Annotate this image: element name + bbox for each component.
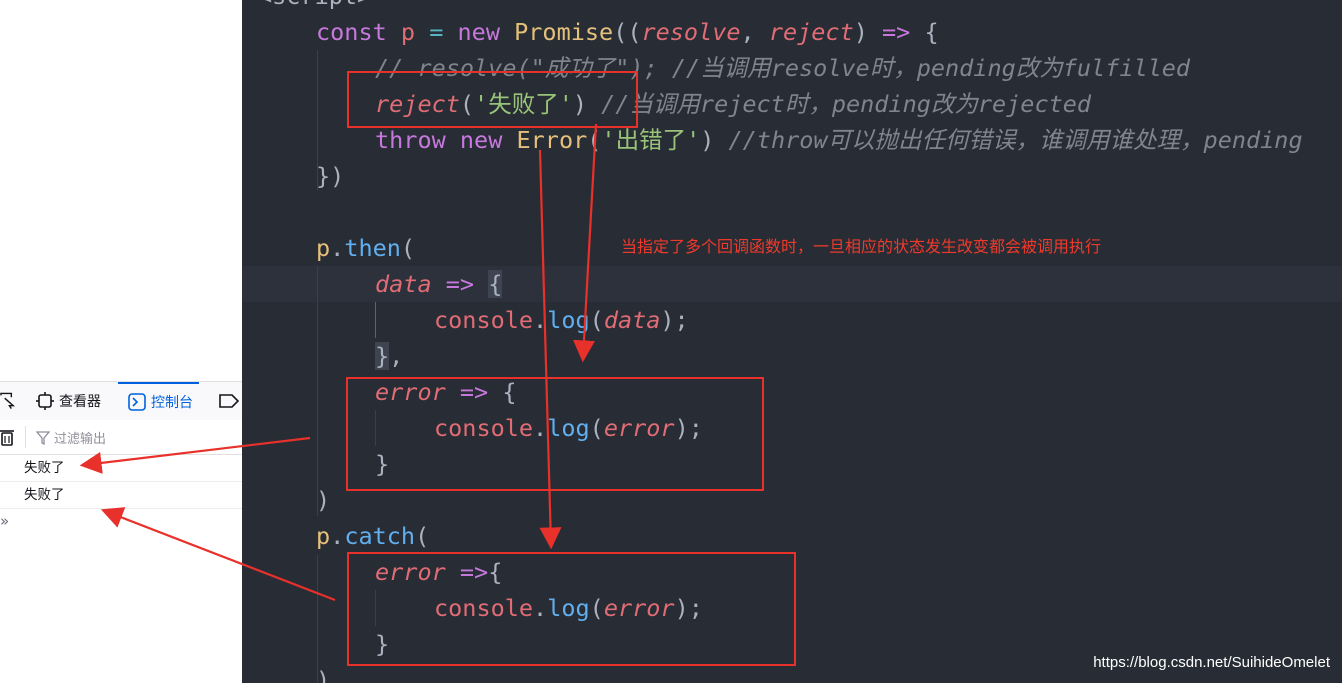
annotation-arrows xyxy=(79,123,598,602)
arrow-to-console-2 xyxy=(100,507,336,602)
watermark: https://blog.csdn.net/SuihideOmelet xyxy=(1093,654,1330,671)
arrow-to-catch xyxy=(538,149,562,550)
arrow-to-console-1 xyxy=(79,436,311,474)
arrow-to-then xyxy=(572,123,598,363)
